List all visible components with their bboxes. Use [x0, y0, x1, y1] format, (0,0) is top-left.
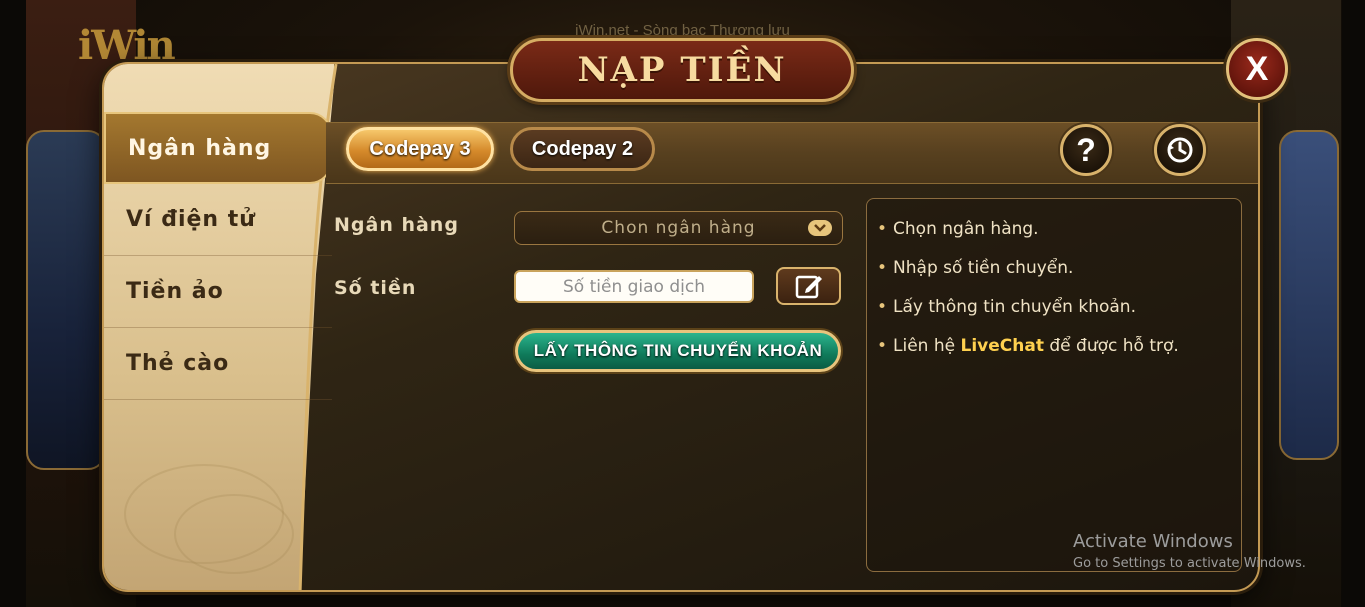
watermark-title: Activate Windows — [1073, 531, 1233, 552]
amount-label: Số tiền — [334, 277, 417, 299]
background-game-card-right — [1279, 130, 1339, 460]
tab-codepay-2[interactable]: Codepay 2 — [510, 127, 655, 171]
bank-label: Ngân hàng — [334, 214, 459, 236]
sidebar-item-e-wallet[interactable]: Ví điện tử — [104, 184, 332, 256]
watermark-subtitle: Go to Settings to activate Windows. — [1073, 556, 1306, 571]
history-icon — [1167, 137, 1193, 163]
instructions-panel: • Chọn ngân hàng. • Nhập số tiền chuyển. •… — [866, 198, 1242, 572]
close-button[interactable]: X — [1226, 38, 1288, 100]
get-transfer-info-label: LẤY THÔNG TIN CHUYỂN KHOẢN — [533, 341, 823, 360]
dialog-title: NẠP TIỀN — [510, 38, 854, 102]
instruction-line: • Chọn ngân hàng. — [877, 219, 1039, 239]
instruction-line: • Nhập số tiền chuyển. — [877, 258, 1074, 278]
history-button[interactable] — [1154, 124, 1206, 176]
sidebar-item-label: Tiền ảo — [126, 279, 224, 304]
svg-text:?: ? — [1076, 133, 1096, 167]
amount-input-placeholder: Số tiền giao dịch — [563, 276, 705, 297]
background-caption: iWin.net - Sòng bạc Thượng lưu — [575, 22, 790, 39]
bank-select[interactable]: Chon ngân hàng — [514, 211, 843, 245]
question-icon: ? — [1076, 133, 1096, 167]
activate-windows-watermark: Activate Windows Go to Settings to activ… — [1073, 531, 1306, 571]
edit-amount-button[interactable] — [776, 267, 841, 305]
sidebar-cloud-decoration — [174, 494, 294, 574]
sidebar-item-crypto[interactable]: Tiền ảo — [104, 256, 332, 328]
livechat-link[interactable]: LiveChat — [961, 336, 1044, 356]
sidebar-item-label: Thẻ cào — [126, 351, 230, 376]
sidebar-item-label: Ví điện tử — [126, 207, 256, 232]
help-button[interactable]: ? — [1060, 124, 1112, 176]
get-transfer-info-button[interactable]: LẤY THÔNG TIN CHUYỂN KHOẢN — [515, 330, 841, 372]
instruction-line: • Lấy thông tin chuyển khoản. — [877, 297, 1136, 317]
background-game-card-left — [26, 130, 106, 470]
tab-label: Codepay 2 — [531, 137, 634, 160]
edit-icon — [795, 275, 822, 299]
amount-input[interactable]: Số tiền giao dịch — [514, 270, 754, 303]
close-icon: X — [1245, 49, 1269, 88]
chevron-down-icon — [808, 220, 832, 236]
instruction-line: • Liên hệ LiveChat để được hỗ trợ. — [877, 336, 1179, 356]
sidebar-item-scratch-card[interactable]: Thẻ cào — [104, 328, 332, 400]
tab-codepay-3[interactable]: Codepay 3 — [346, 127, 494, 171]
tab-label: Codepay 3 — [369, 137, 471, 160]
sidebar-item-bank[interactable]: Ngân hàng — [104, 112, 332, 184]
bank-select-placeholder: Chon ngân hàng — [601, 218, 756, 238]
sidebar-item-label: Ngân hàng — [128, 135, 272, 161]
